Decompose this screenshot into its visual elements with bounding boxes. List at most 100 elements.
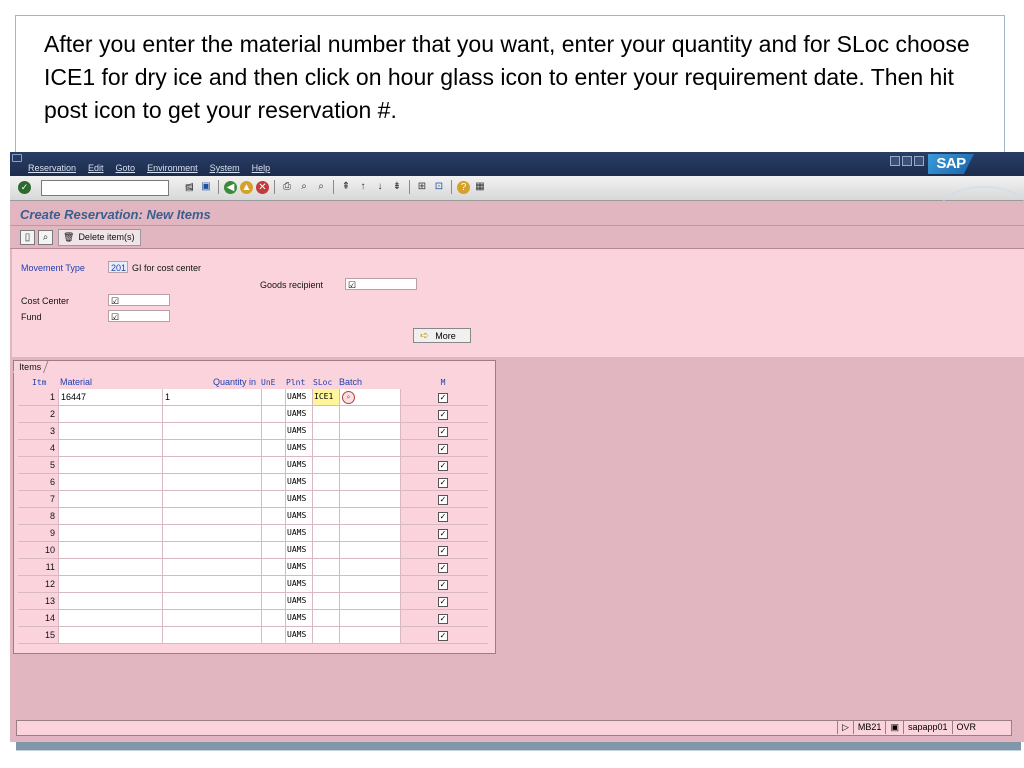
storage-location-input[interactable] [312, 423, 339, 439]
quantity-input[interactable] [162, 559, 261, 575]
batch-input[interactable] [339, 610, 401, 626]
material-input[interactable] [58, 610, 162, 626]
quantity-input[interactable]: 1 [162, 389, 261, 405]
material-input[interactable] [58, 474, 162, 490]
unit-input[interactable] [261, 474, 285, 490]
unit-input[interactable] [261, 440, 285, 456]
layout-menu-icon[interactable]: ▦ [473, 180, 487, 194]
batch-input[interactable] [339, 457, 401, 473]
movement-allowed-checkbox[interactable]: ✓ [431, 627, 455, 643]
plant-input[interactable]: UAMS [285, 406, 312, 422]
status-toggle-icon[interactable]: ▷ [837, 720, 853, 734]
unit-input[interactable] [261, 491, 285, 507]
storage-location-input[interactable] [312, 627, 339, 643]
material-input[interactable] [58, 525, 162, 541]
plant-input[interactable]: UAMS [285, 423, 312, 439]
batch-input[interactable] [339, 525, 401, 541]
new-item-icon[interactable]: ▯ [20, 230, 35, 245]
delete-items-button[interactable]: 🗑 Delete item(s) [58, 229, 142, 246]
unit-input[interactable] [261, 559, 285, 575]
batch-input[interactable] [339, 440, 401, 456]
cost-center-field[interactable]: ☑ [108, 294, 170, 306]
batch-input[interactable] [339, 474, 401, 490]
quantity-input[interactable] [162, 423, 261, 439]
close-icon[interactable] [914, 156, 924, 166]
plant-input[interactable]: UAMS [285, 610, 312, 626]
session-icon[interactable]: ▣ [885, 720, 903, 734]
quantity-input[interactable] [162, 627, 261, 643]
enter-icon[interactable]: ✓ [18, 181, 31, 194]
menu-reservation[interactable]: Reservation [28, 163, 76, 173]
cancel-icon[interactable]: ✕ [256, 180, 269, 194]
unit-input[interactable] [261, 423, 285, 439]
plant-input[interactable]: UAMS [285, 440, 312, 456]
next-page-icon[interactable]: ↓ [373, 180, 387, 194]
material-input[interactable] [58, 627, 162, 643]
movement-allowed-checkbox[interactable]: ✓ [431, 525, 455, 541]
movement-allowed-checkbox[interactable]: ✓ [431, 457, 455, 473]
movement-allowed-checkbox[interactable]: ✓ [431, 491, 455, 507]
movement-type-field[interactable]: 201 [108, 261, 128, 273]
arrow-left-icon[interactable]: ◁ [182, 180, 196, 194]
previous-page-icon[interactable]: ↑ [356, 180, 370, 194]
quantity-input[interactable] [162, 457, 261, 473]
storage-location-input[interactable] [312, 525, 339, 541]
movement-allowed-checkbox[interactable]: ✓ [431, 593, 455, 609]
batch-input[interactable] [339, 406, 401, 422]
menu-environment[interactable]: Environment [147, 163, 198, 173]
movement-allowed-checkbox[interactable]: ✓ [431, 576, 455, 592]
fund-field[interactable]: ☑ [108, 310, 170, 322]
unit-input[interactable] [261, 542, 285, 558]
column-header-m[interactable]: M [431, 376, 455, 389]
batch-input[interactable] [339, 508, 401, 524]
help-icon[interactable]: ? [457, 180, 470, 194]
new-session-icon[interactable]: ⊞ [415, 180, 429, 194]
plant-input[interactable]: UAMS [285, 576, 312, 592]
storage-location-input[interactable] [312, 406, 339, 422]
quantity-input[interactable] [162, 542, 261, 558]
storage-location-input[interactable] [312, 593, 339, 609]
quantity-input[interactable] [162, 525, 261, 541]
storage-location-input[interactable] [312, 474, 339, 490]
material-input[interactable]: 16447 [58, 389, 162, 405]
more-button[interactable]: ➪ More [413, 328, 471, 343]
batch-input[interactable] [339, 593, 401, 609]
quantity-input[interactable] [162, 576, 261, 592]
unit-input[interactable] [261, 406, 285, 422]
find-next-icon[interactable]: ⌕ [314, 180, 328, 194]
batch-input[interactable] [339, 627, 401, 643]
quantity-input[interactable] [162, 491, 261, 507]
quantity-input[interactable] [162, 508, 261, 524]
plant-input[interactable]: UAMS [285, 525, 312, 541]
material-input[interactable] [58, 508, 162, 524]
storage-location-input[interactable] [312, 542, 339, 558]
material-input[interactable] [58, 576, 162, 592]
shortcut-icon[interactable]: ⊡ [432, 180, 446, 194]
material-input[interactable] [58, 559, 162, 575]
batch-input[interactable]: ⌕ [339, 389, 401, 405]
movement-allowed-checkbox[interactable]: ✓ [431, 610, 455, 626]
quantity-input[interactable] [162, 440, 261, 456]
material-input[interactable] [58, 491, 162, 507]
column-header-itm[interactable]: Itm [18, 376, 58, 389]
storage-location-input[interactable] [312, 440, 339, 456]
unit-input[interactable] [261, 627, 285, 643]
item-detail-icon[interactable]: ⌕ [38, 230, 53, 245]
unit-input[interactable] [261, 389, 285, 405]
column-header-quantity[interactable]: Quantity in [162, 376, 261, 389]
column-header-sloc[interactable]: SLoc [312, 376, 339, 389]
batch-input[interactable] [339, 542, 401, 558]
plant-input[interactable]: UAMS [285, 508, 312, 524]
unit-input[interactable] [261, 525, 285, 541]
storage-location-input[interactable] [312, 610, 339, 626]
unit-input[interactable] [261, 593, 285, 609]
batch-input[interactable] [339, 576, 401, 592]
exit-icon[interactable]: ▲ [240, 180, 253, 194]
storage-location-input[interactable]: ICE1 [312, 389, 339, 405]
back-icon[interactable]: ◀ [224, 180, 237, 194]
plant-input[interactable]: UAMS [285, 627, 312, 643]
unit-input[interactable] [261, 610, 285, 626]
menu-help[interactable]: Help [252, 163, 271, 173]
column-header-material[interactable]: Material [58, 376, 162, 389]
movement-allowed-checkbox[interactable]: ✓ [431, 559, 455, 575]
